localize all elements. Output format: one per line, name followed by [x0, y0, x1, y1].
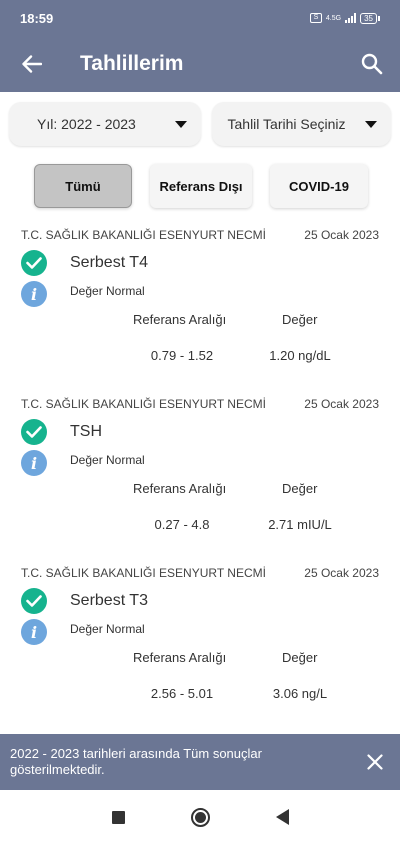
hospital-name: T.C. SAĞLIK BAKANLIĞI ESENYURT NECMİ — [21, 397, 266, 411]
app-bar: Tahlillerim — [0, 36, 400, 92]
date-dropdown-label: Tahlil Tarihi Seçiniz — [227, 116, 346, 132]
value-status: Değer Normal — [70, 284, 145, 298]
back-triangle-icon — [275, 809, 289, 825]
result-date: 25 Ocak 2023 — [304, 397, 379, 411]
year-dropdown-label: Yıl: 2022 - 2023 — [37, 116, 136, 132]
result-header: T.C. SAĞLIK BAKANLIĞI ESENYURT NECMİ 25 … — [21, 566, 379, 580]
battery-icon: 35 — [360, 12, 380, 24]
filter-tabs: Tümü Referans Dışı COVID-19 — [34, 164, 368, 208]
recents-icon — [111, 810, 125, 824]
info-icon[interactable]: i — [21, 619, 47, 645]
status-time: 18:59 — [20, 10, 54, 26]
result-header: T.C. SAĞLIK BAKANLIĞI ESENYURT NECMİ 25 … — [21, 228, 379, 242]
system-back-button[interactable] — [241, 790, 323, 844]
status-bar: 18:59 S 4.5G 35 — [0, 0, 400, 36]
result-date: 25 Ocak 2023 — [304, 228, 379, 242]
hospital-name: T.C. SAĞLIK BAKANLIĞI ESENYURT NECMİ — [21, 228, 266, 242]
result-date: 25 Ocak 2023 — [304, 566, 379, 580]
arrow-left-icon — [22, 55, 42, 73]
close-icon — [367, 754, 383, 770]
reference-range: 0.27 - 4.8 — [154, 517, 210, 532]
network-type-label: 4.5G — [325, 14, 342, 22]
value-status: Değer Normal — [70, 453, 145, 467]
reference-range-header: Referans Aralığı — [133, 312, 227, 327]
hospital-name: T.C. SAĞLIK BAKANLIĞI ESENYURT NECMİ — [21, 566, 266, 580]
sim-icon: S — [309, 13, 322, 23]
home-button[interactable] — [159, 790, 241, 844]
status-icons: S 4.5G 35 — [309, 12, 380, 24]
back-button[interactable] — [0, 36, 64, 92]
snackbar: 2022 - 2023 tarihleri arasında Tüm sonuç… — [0, 734, 400, 790]
signal-icon — [345, 13, 357, 23]
battery-level: 35 — [360, 12, 377, 24]
info-icon[interactable]: i — [21, 281, 47, 307]
caret-down-icon — [174, 120, 187, 128]
result-header: T.C. SAĞLIK BAKANLIĞI ESENYURT NECMİ 25 … — [21, 397, 379, 411]
snackbar-message: 2022 - 2023 tarihleri arasında Tüm sonuç… — [10, 746, 262, 777]
reference-range: 0.79 - 1.52 — [150, 348, 214, 363]
home-icon — [190, 807, 210, 827]
snackbar-close-button[interactable] — [350, 734, 400, 790]
reference-range-header: Referans Aralığı — [133, 481, 227, 496]
value-header: Değer — [282, 650, 318, 665]
result-value: 3.06 ng/L — [272, 686, 328, 701]
reference-range: 2.56 - 5.01 — [150, 686, 214, 701]
recents-button[interactable] — [77, 790, 159, 844]
value-header: Değer — [282, 312, 318, 327]
value-header: Değer — [282, 481, 318, 496]
test-name: TSH — [70, 423, 102, 440]
tab-out-of-reference[interactable]: Referans Dışı — [150, 164, 252, 208]
system-nav-bar — [0, 790, 400, 844]
search-icon — [361, 53, 383, 75]
filter-bar: Yıl: 2022 - 2023 Tahlil Tarihi Seçiniz — [9, 102, 391, 146]
value-status: Değer Normal — [70, 622, 145, 636]
tab-all[interactable]: Tümü — [34, 164, 132, 208]
check-icon — [21, 588, 47, 614]
test-name: Serbest T3 — [70, 592, 148, 609]
test-name: Serbest T4 — [70, 254, 148, 271]
year-dropdown[interactable]: Yıl: 2022 - 2023 — [9, 102, 201, 146]
date-dropdown[interactable]: Tahlil Tarihi Seçiniz — [211, 102, 391, 146]
result-item[interactable]: T.C. SAĞLIK BAKANLIĞI ESENYURT NECMİ 25 … — [0, 558, 400, 727]
result-item[interactable]: T.C. SAĞLIK BAKANLIĞI ESENYURT NECMİ 25 … — [0, 220, 400, 389]
caret-down-icon — [365, 120, 377, 128]
tab-covid-19[interactable]: COVID-19 — [270, 164, 368, 208]
info-icon[interactable]: i — [21, 450, 47, 476]
check-icon — [21, 250, 47, 276]
result-item[interactable]: T.C. SAĞLIK BAKANLIĞI ESENYURT NECMİ 25 … — [0, 389, 400, 558]
page-title: Tahlillerim — [80, 52, 184, 75]
result-value: 2.71 mIU/L — [268, 517, 332, 532]
check-icon — [21, 419, 47, 445]
results-list: T.C. SAĞLIK BAKANLIĞI ESENYURT NECMİ 25 … — [0, 220, 400, 727]
result-value: 1.20 ng/dL — [269, 348, 331, 363]
search-button[interactable] — [344, 36, 400, 92]
reference-range-header: Referans Aralığı — [133, 650, 227, 665]
